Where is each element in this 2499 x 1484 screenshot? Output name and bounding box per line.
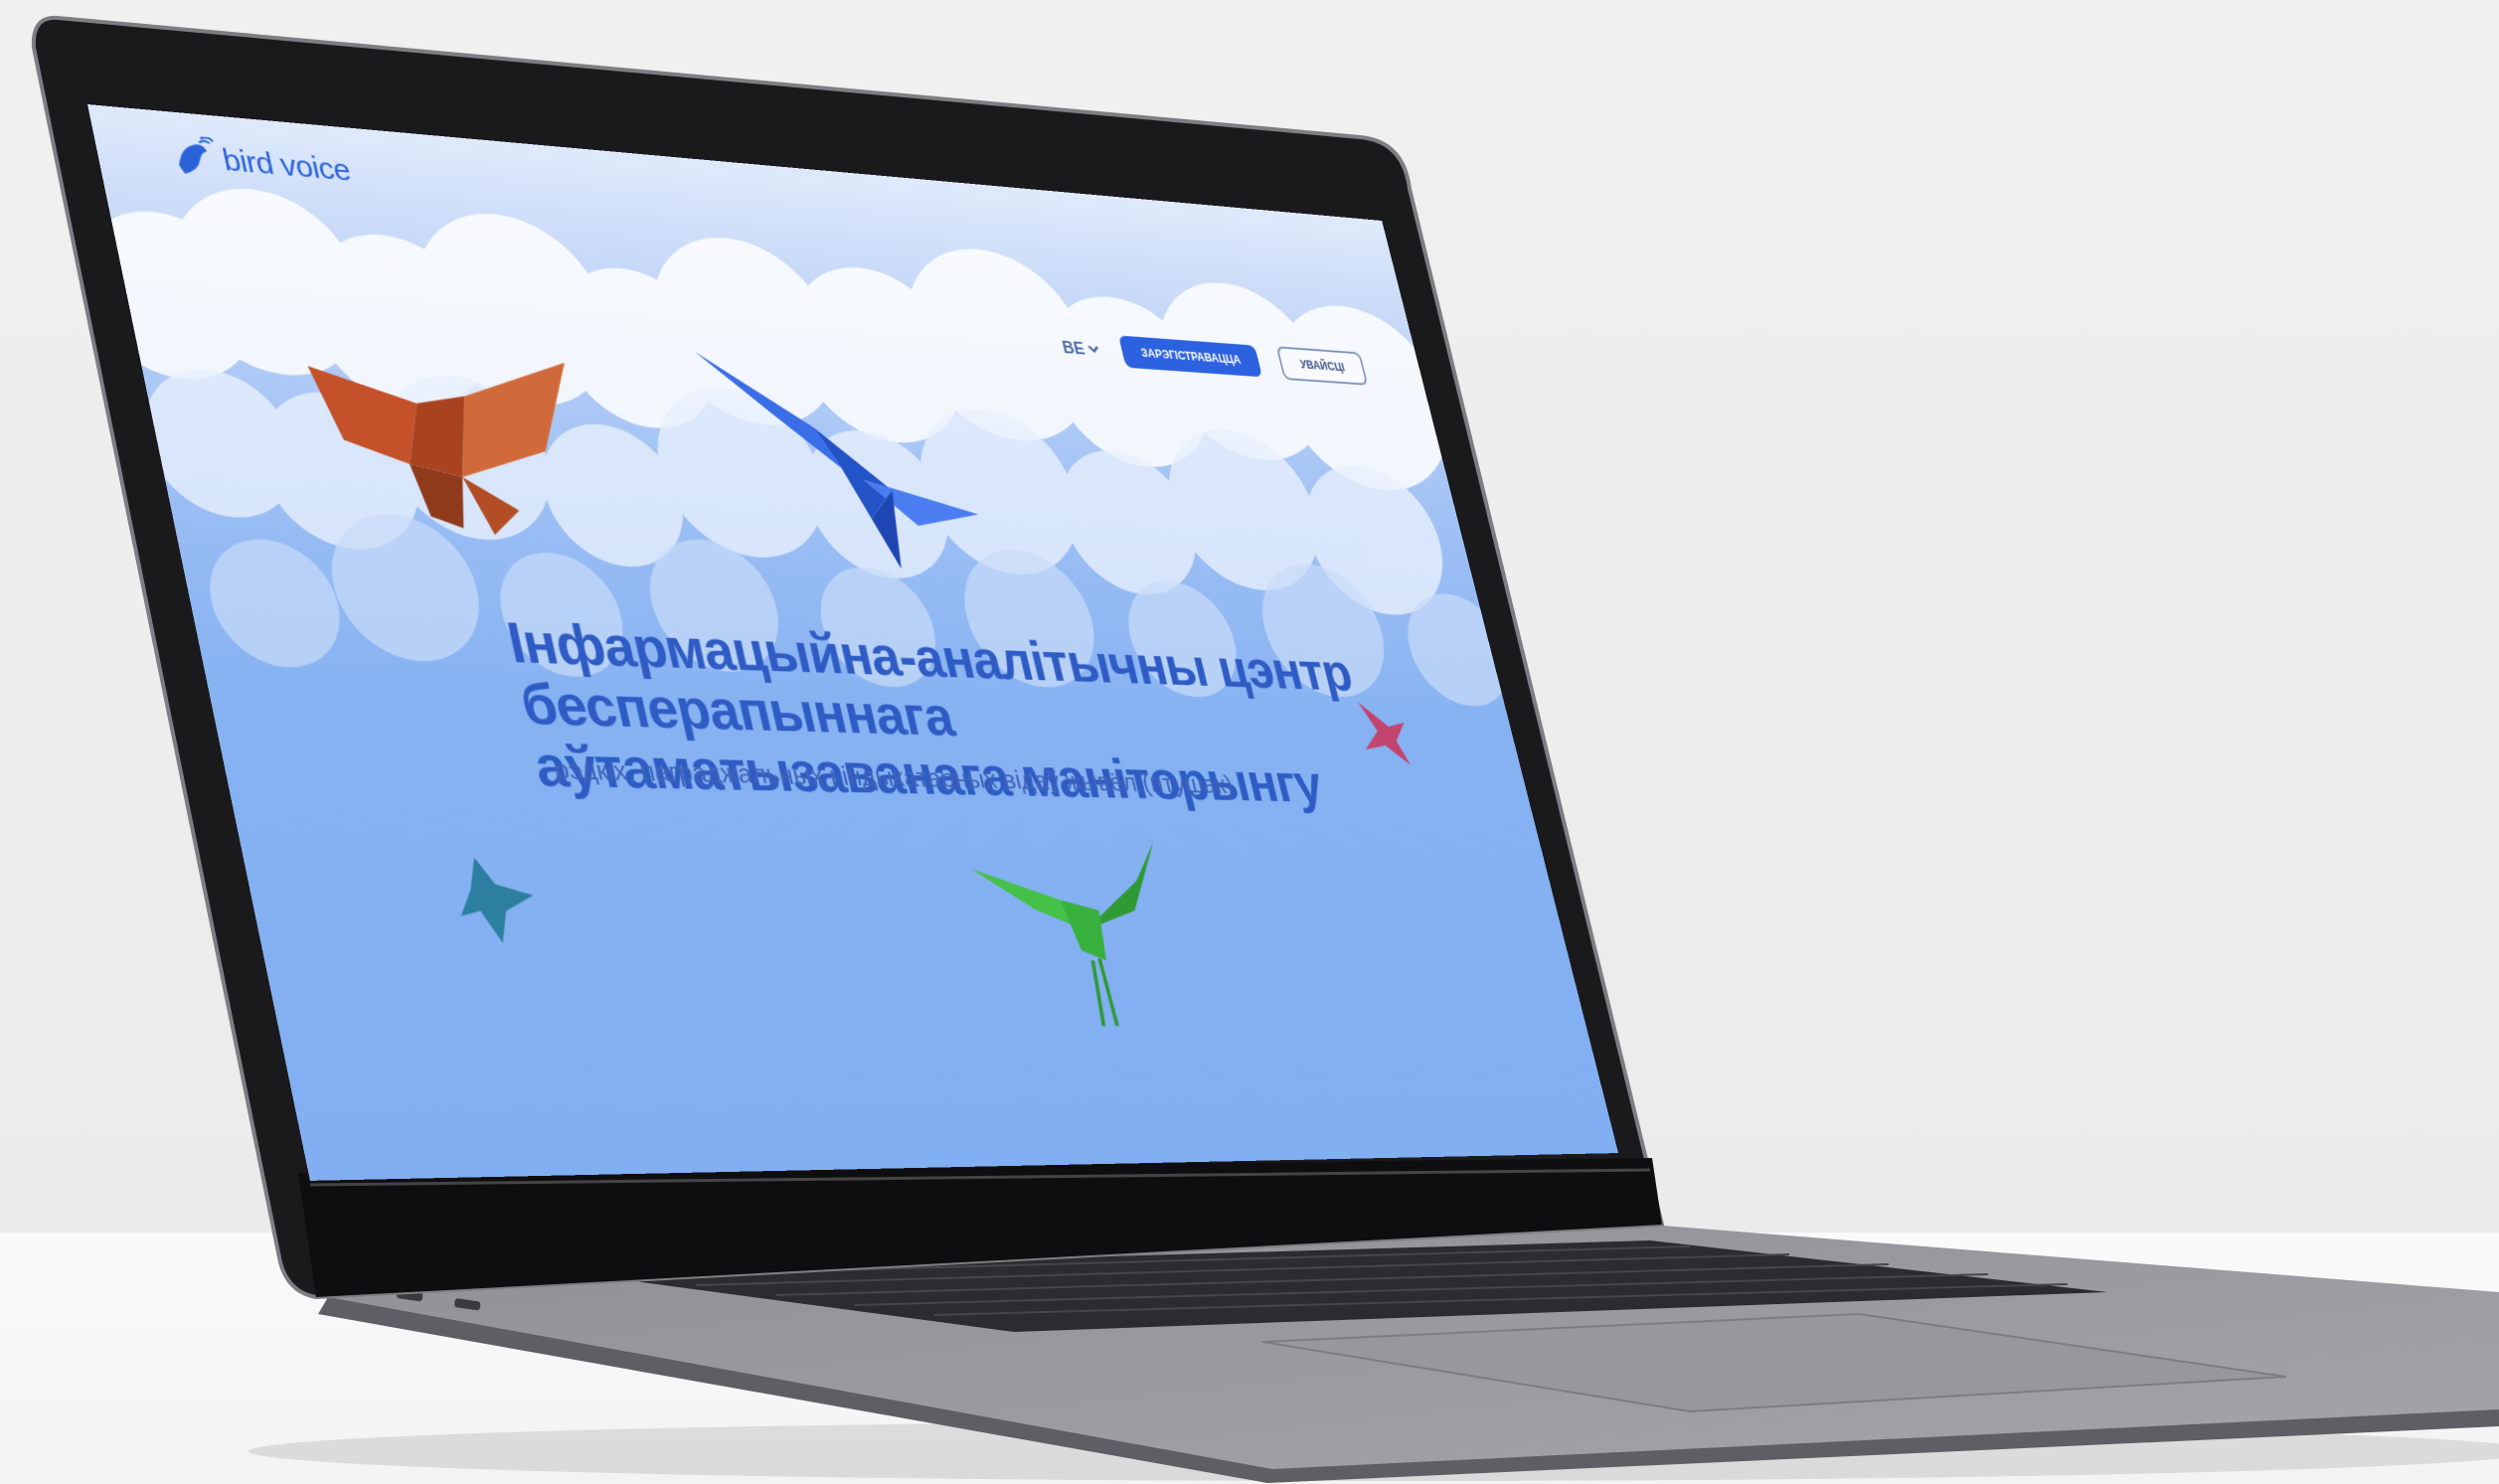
bird-logo-icon: [174, 133, 222, 177]
chevron-down-icon: [1086, 344, 1100, 354]
logo-text: bird voice: [219, 143, 354, 188]
login-button[interactable]: УВАЙСЦІ: [1276, 346, 1369, 386]
green-heron-illustration: [971, 840, 1175, 1032]
language-selector[interactable]: BE: [1061, 337, 1102, 360]
blue-bird-illustration: [695, 351, 982, 570]
language-label: BE: [1060, 337, 1087, 358]
screen-area: bird voice BE ЗАРЭГІСТРАВАЦЦА УВАЙСЦІ Ін…: [0, 0, 2499, 1484]
teal-bird-illustration: [448, 857, 544, 943]
orange-eagle-illustration: [307, 354, 592, 537]
website-screen: bird voice BE ЗАРЭГІСТРАВАЦЦА УВАЙСЦІ Ін…: [87, 104, 1619, 1181]
